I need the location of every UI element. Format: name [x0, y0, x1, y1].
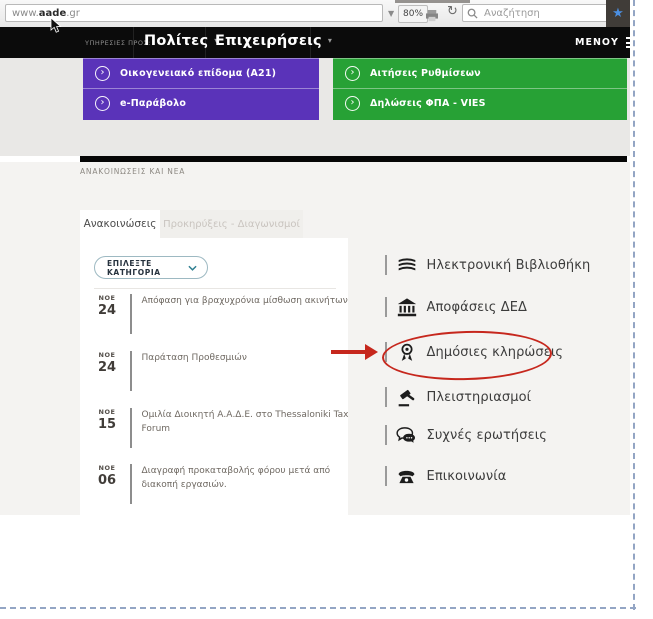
- gavel-icon: [396, 388, 418, 407]
- selection-border-right: [633, 0, 635, 610]
- quick-link-label: Αποφάσεις ΔΕΔ: [427, 300, 528, 315]
- news-date: ΝΟΕ 24: [94, 351, 120, 391]
- url-suffix: .gr: [66, 8, 80, 19]
- quick-link-label: Δημόσιες κληρώσεις: [427, 345, 564, 360]
- library-icon: [396, 256, 418, 274]
- news-title-link[interactable]: Απόφαση για βραχυχρόνια μίσθωση ακινήτων: [142, 294, 354, 334]
- circle-arrow-icon: ›: [345, 66, 360, 81]
- search-icon: [467, 8, 478, 19]
- nav-item-business-label: Επιχειρήσεις: [215, 33, 322, 49]
- news-title-link[interactable]: Παράταση Προθεσμιών: [142, 351, 354, 391]
- phone-icon: [396, 468, 418, 484]
- select-category-label: ΕΠΙΛΕΞΤΕ ΚΑΤΗΓΟΡΙΑ: [107, 259, 188, 277]
- urlbar-dropdown-icon[interactable]: ▼: [388, 9, 394, 18]
- circle-arrow-icon: ›: [95, 96, 110, 111]
- news-item: ΝΟΕ 24 Παράταση Προθεσμιών: [94, 351, 354, 391]
- news-day: 24: [94, 360, 120, 375]
- browser-toolbar: www.aade.gr ▼ 80% ↻ ★: [0, 0, 630, 28]
- printer-icon[interactable]: [425, 7, 439, 26]
- zoom-level-control[interactable]: 80%: [398, 5, 428, 23]
- news-day: 24: [94, 303, 120, 318]
- panel-link-label: e-Παράβολο: [120, 98, 186, 109]
- panel-link-label: Οικογενειακό επίδομα (Α21): [120, 68, 276, 79]
- link-bar: [385, 466, 387, 486]
- news-day: 06: [94, 473, 120, 488]
- quick-link-contact[interactable]: Επικοινωνία: [385, 464, 506, 488]
- panel-link-label: Αιτήσεις Ρυθμίσεων: [370, 68, 481, 79]
- bookmark-star-icon[interactable]: ★: [612, 6, 624, 21]
- circle-arrow-icon: ›: [345, 96, 360, 111]
- news-title-link[interactable]: Διαγραφή προκαταβολής φόρου μετά από δια…: [142, 464, 354, 504]
- quick-link-faq[interactable]: Συχνές ερωτήσεις: [385, 423, 547, 447]
- bank-icon: [396, 298, 418, 317]
- news-date: ΝΟΕ 15: [94, 408, 120, 448]
- url-prefix: www.: [12, 8, 39, 19]
- news-month: ΝΟΕ: [94, 351, 120, 359]
- panel-link-arrangements[interactable]: › Αιτήσεις Ρυθμίσεων: [333, 58, 627, 88]
- quick-link-public-draws[interactable]: Δημόσιες κληρώσεις: [385, 340, 563, 364]
- news-month: ΝΟΕ: [94, 294, 120, 302]
- tab-announcements[interactable]: Ανακοινώσεις: [80, 210, 160, 238]
- tab-tenders[interactable]: Προκηρύξεις - Διαγωνισμοί: [160, 210, 303, 238]
- services-to-label: ΥΠΗΡΕΣΙΕΣ ΠΡΟΣ:: [85, 39, 151, 47]
- quick-link-label: Πλειστηριασμοί: [427, 390, 532, 405]
- news-title-link[interactable]: Ομιλία Διοικητή Α.Α.Δ.Ε. στο Thessalonik…: [142, 408, 354, 448]
- news-date: ΝΟΕ 06: [94, 464, 120, 504]
- link-bar: [385, 425, 387, 445]
- screenshot-artifact: [395, 0, 470, 3]
- browser-search-field[interactable]: [462, 4, 612, 22]
- annotation-arrow-head: [365, 344, 378, 360]
- search-input[interactable]: [482, 7, 606, 20]
- chevron-down-icon: [188, 265, 197, 271]
- toolbar-dark-corner: ★: [606, 0, 630, 27]
- nav-item-business[interactable]: Επιχειρήσεις ▾: [215, 33, 332, 49]
- annotation-arrow: [331, 350, 367, 354]
- menu-label: ΜΕΝΟΥ: [575, 37, 619, 48]
- circle-arrow-icon: ›: [95, 66, 110, 81]
- reload-icon[interactable]: ↻: [447, 4, 458, 19]
- news-date: ΝΟΕ 24: [94, 294, 120, 334]
- date-divider: [130, 351, 132, 391]
- panel-link-label: Δηλώσεις ΦΠΑ - VIES: [370, 98, 486, 109]
- date-divider: [130, 408, 132, 448]
- news-item: ΝΟΕ 06 Διαγραφή προκαταβολής φόρου μετά …: [94, 464, 354, 504]
- link-bar: [385, 255, 387, 275]
- chevron-down-icon: ▾: [328, 36, 332, 45]
- quick-link-auctions[interactable]: Πλειστηριασμοί: [385, 385, 531, 409]
- quick-link-label: Ηλεκτρονική Βιβλιοθήκη: [427, 258, 591, 273]
- date-divider: [130, 464, 132, 504]
- nav-item-citizens[interactable]: Πολίτες▾: [144, 33, 218, 49]
- quick-link-elibrary[interactable]: Ηλεκτρονική Βιβλιοθήκη: [385, 253, 590, 277]
- link-bar: [385, 342, 387, 362]
- news-day: 15: [94, 417, 120, 432]
- date-divider: [130, 294, 132, 334]
- news-item: ΝΟΕ 24 Απόφαση για βραχυχρόνια μίσθωση α…: [94, 294, 354, 334]
- nav-item-citizens-label: Πολίτες: [144, 33, 208, 49]
- mouse-cursor: [50, 17, 62, 38]
- screenshot-canvas: www.aade.gr ▼ 80% ↻ ★ ΥΠΗΡΕΣΙΕΣ ΠΡΟΣ: Πο…: [0, 0, 653, 619]
- news-month: ΝΟΕ: [94, 464, 120, 472]
- citizens-quick-panel: › Οικογενειακό επίδομα (Α21) › e-Παράβολ…: [83, 58, 319, 120]
- menu-button[interactable]: ΜΕΝΟΥ: [575, 37, 639, 48]
- quick-link-label: Επικοινωνία: [427, 469, 507, 484]
- site-navbar: ΥΠΗΡΕΣΙΕΣ ΠΡΟΣ: Πολίτες▾ Επιχειρήσεις ▾ Μ…: [0, 27, 630, 58]
- panel-link-vat-vies[interactable]: › Δηλώσεις ΦΠΑ - VIES: [333, 88, 627, 118]
- select-category-button[interactable]: ΕΠΙΛΕΞΤΕ ΚΑΤΗΓΟΡΙΑ: [94, 256, 208, 279]
- quick-link-label: Συχνές ερωτήσεις: [427, 428, 547, 443]
- selection-border-bottom: [0, 607, 636, 609]
- chat-bubbles-icon: [396, 427, 418, 444]
- news-month: ΝΟΕ: [94, 408, 120, 416]
- business-quick-panel: › Αιτήσεις Ρυθμίσεων › Δηλώσεις ΦΠΑ - VI…: [333, 58, 627, 120]
- panel-link-family-benefit[interactable]: › Οικογενειακό επίδομα (Α21): [83, 58, 319, 88]
- medal-icon: [396, 342, 418, 363]
- list-divider: [94, 288, 336, 289]
- panel-link-eparavolo[interactable]: › e-Παράβολο: [83, 88, 319, 118]
- quick-link-ded-decisions[interactable]: Αποφάσεις ΔΕΔ: [385, 295, 527, 319]
- news-section-heading: ΑΝΑΚΟΙΝΩΣΕΙΣ ΚΑΙ ΝΕΑ: [80, 167, 185, 176]
- link-bar: [385, 297, 387, 317]
- news-item: ΝΟΕ 15 Ομιλία Διοικητή Α.Α.Δ.Ε. στο Thes…: [94, 408, 354, 448]
- link-bar: [385, 387, 387, 407]
